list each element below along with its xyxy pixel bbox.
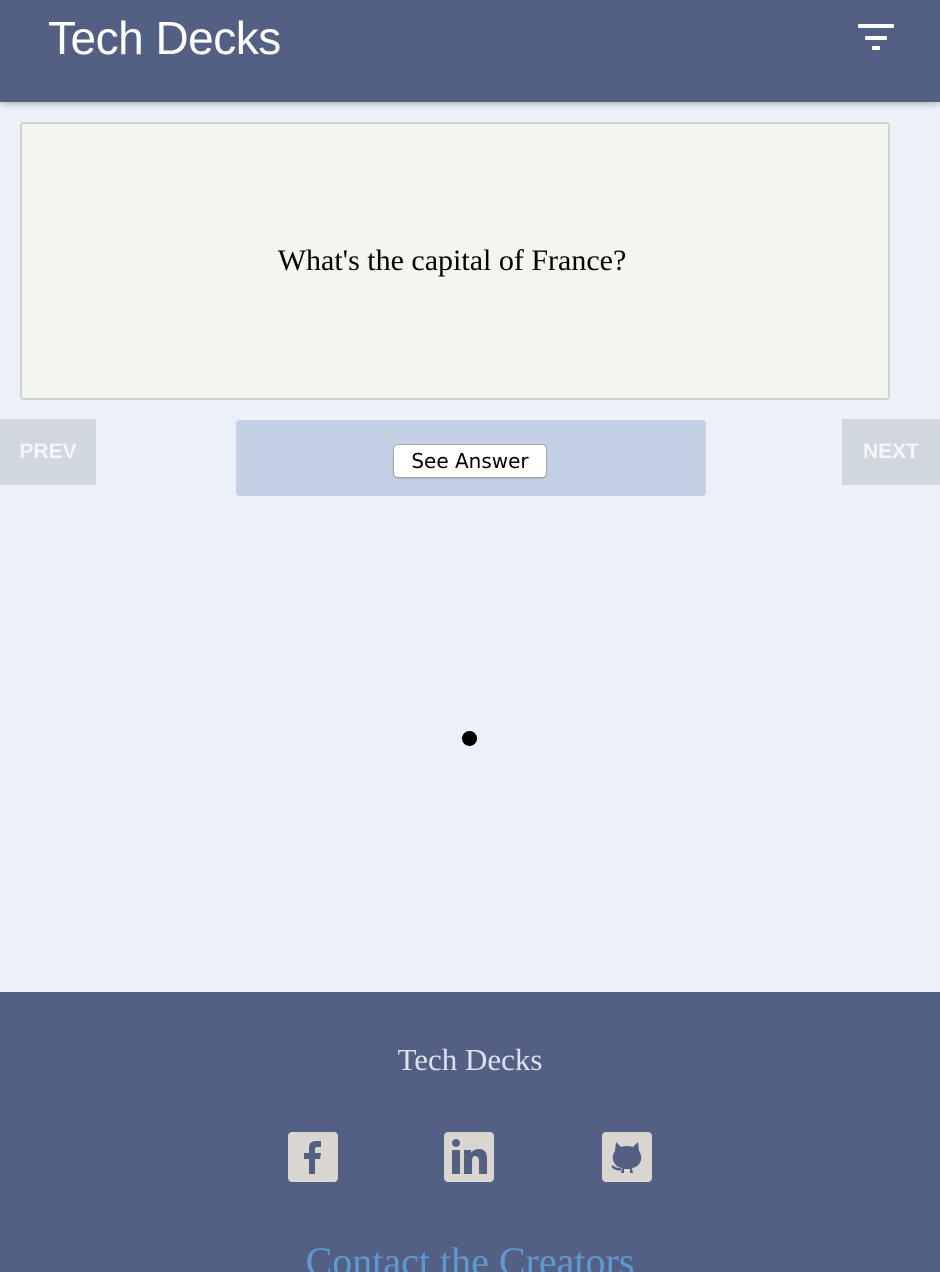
linkedin-link[interactable] <box>444 1132 494 1182</box>
facebook-link[interactable] <box>288 1132 338 1182</box>
github-icon <box>602 1132 652 1182</box>
prev-button[interactable]: PREV <box>0 419 96 485</box>
loading-dot <box>462 731 477 746</box>
flashcard[interactable]: What's the capital of France? <box>20 122 890 400</box>
filter-menu-button[interactable] <box>852 18 900 58</box>
flashcard-question: What's the capital of France? <box>277 244 627 277</box>
contact-creators-link[interactable]: Contact the Creators <box>0 1238 940 1272</box>
linkedin-icon <box>444 1132 494 1182</box>
footer: Tech Decks Contact the Creators <box>0 992 940 1272</box>
github-link[interactable] <box>602 1132 652 1182</box>
footer-title: Tech Decks <box>397 1042 543 1077</box>
next-button[interactable]: NEXT <box>842 419 940 485</box>
app-header: Tech Decks <box>0 0 940 102</box>
brand-title[interactable]: Tech Decks <box>48 10 281 66</box>
see-answer-button[interactable]: See Answer <box>393 444 547 478</box>
answer-panel: See Answer <box>236 420 706 496</box>
facebook-icon <box>288 1132 338 1182</box>
